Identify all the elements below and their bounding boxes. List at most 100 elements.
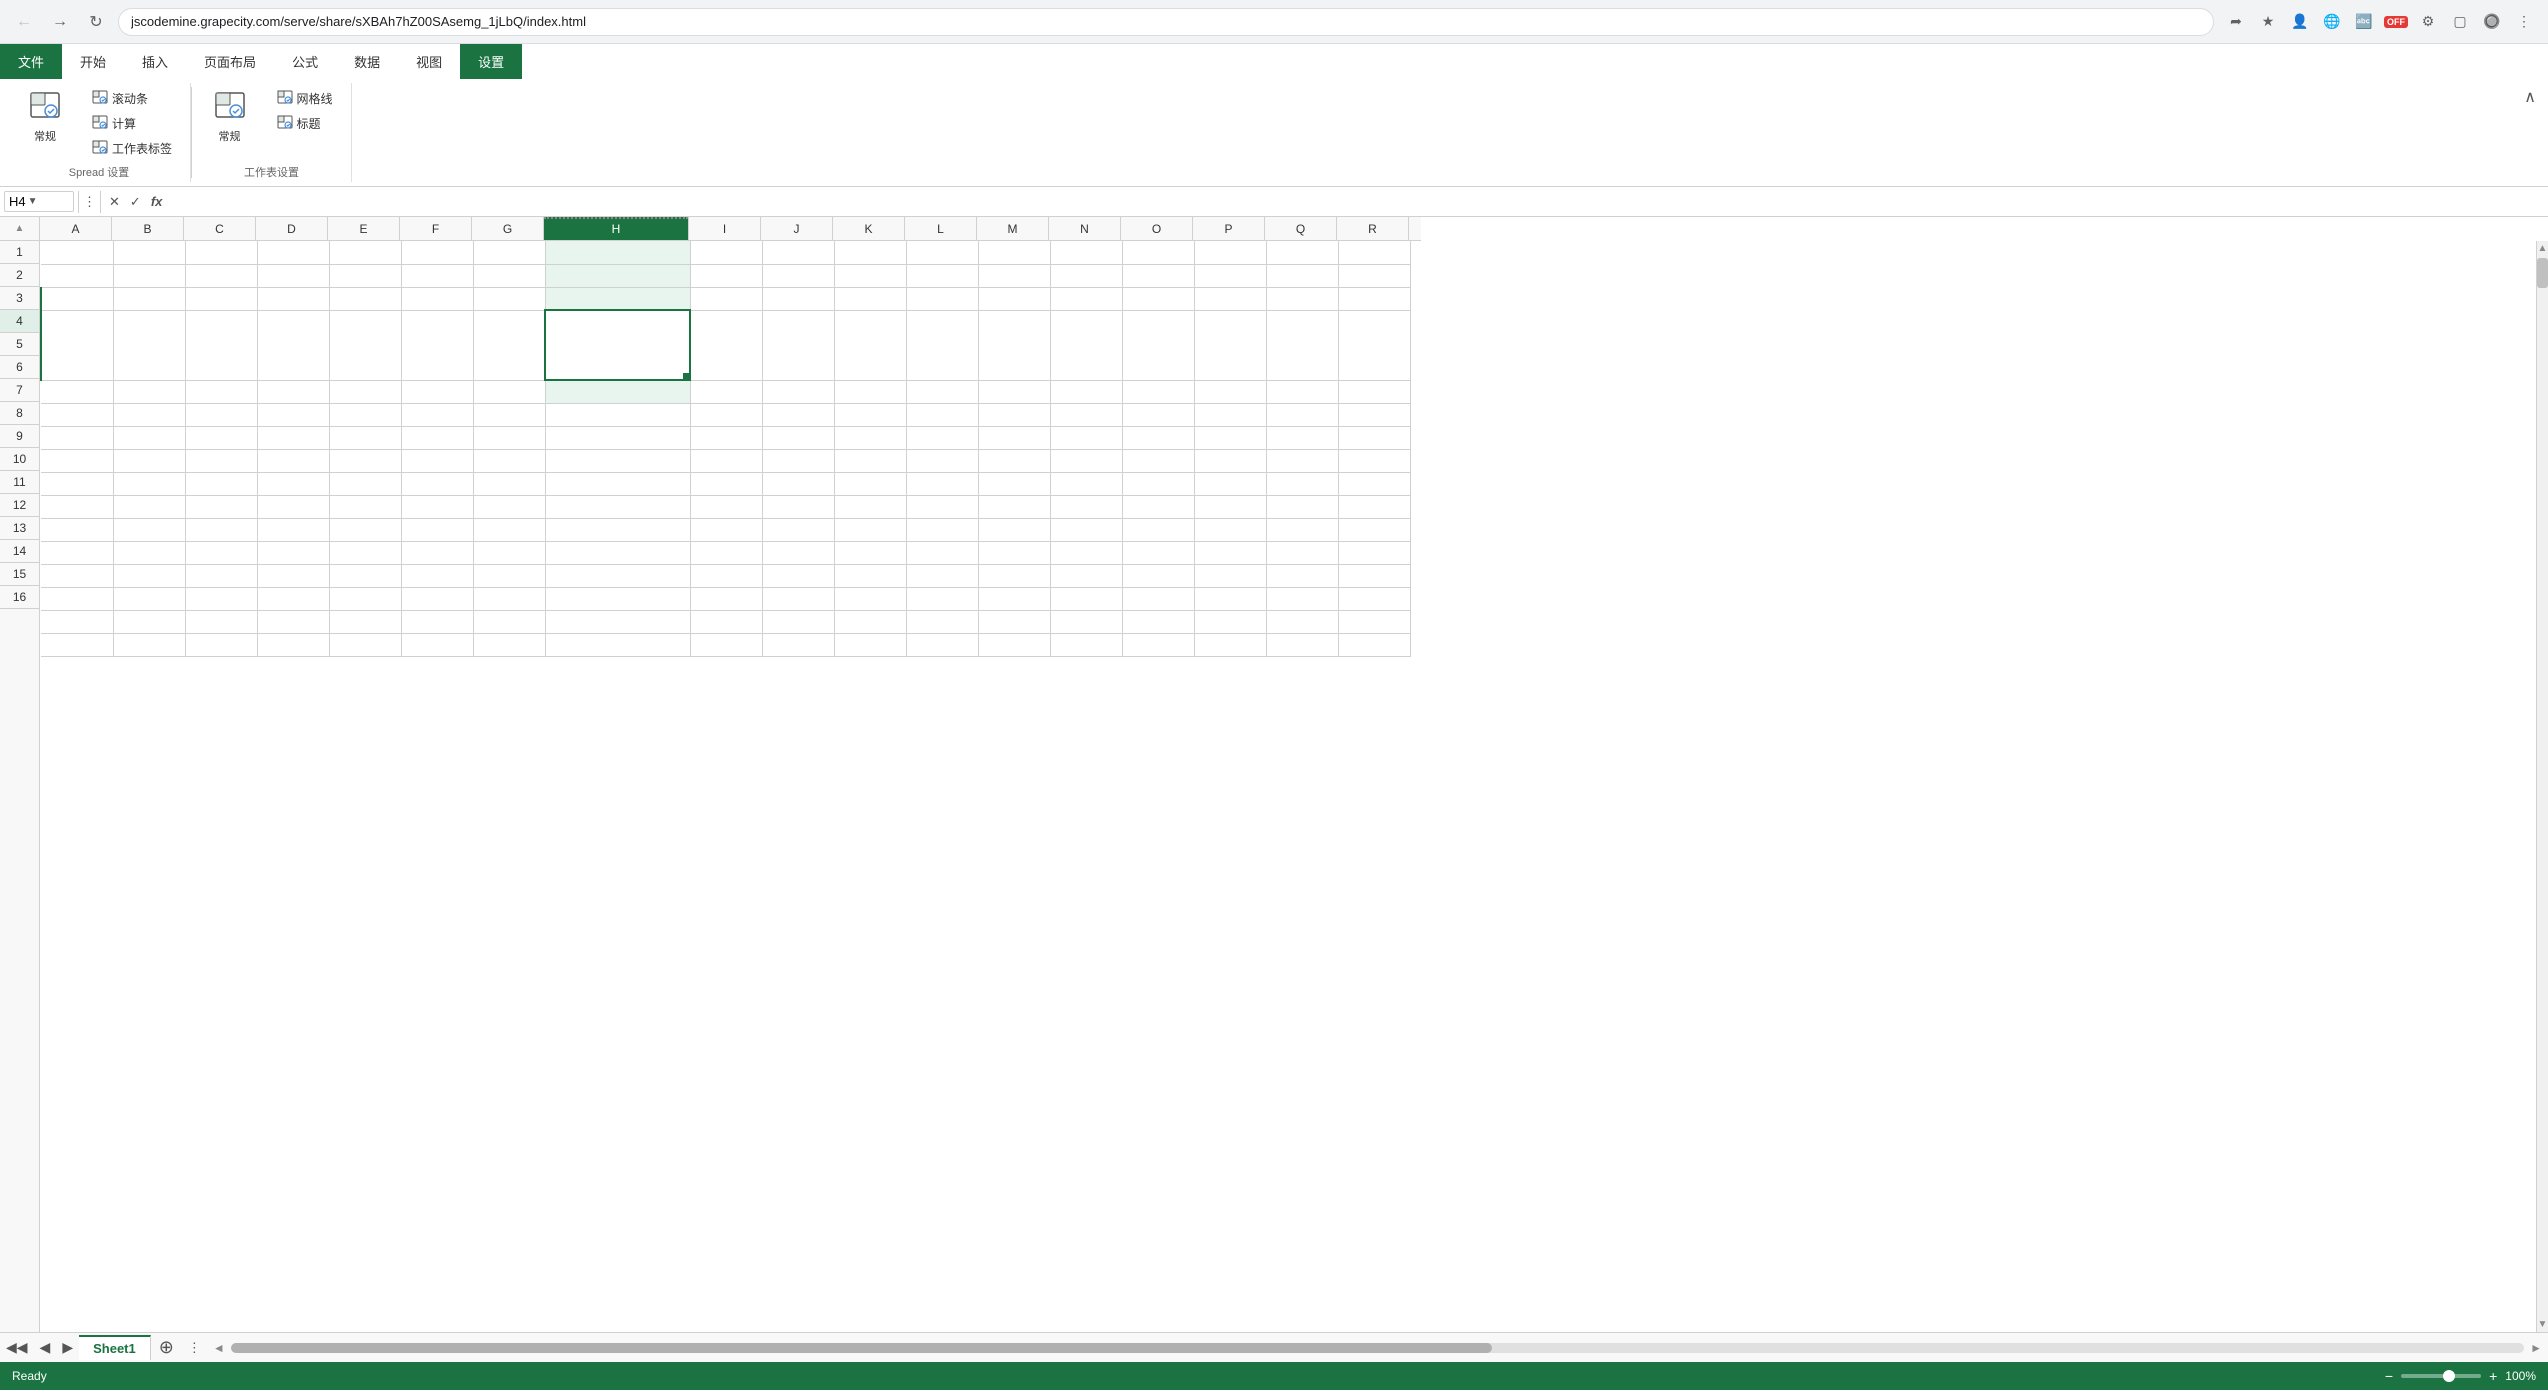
ext3-icon[interactable]: ⚙: [2414, 8, 2442, 36]
row-header-11[interactable]: 11: [0, 471, 40, 494]
cell-A4[interactable]: [41, 310, 113, 380]
cell-E4[interactable]: [329, 310, 401, 380]
cell-A12[interactable]: [41, 541, 113, 564]
cell-E3[interactable]: [329, 287, 401, 310]
cell-K3[interactable]: [834, 287, 906, 310]
cell-O2[interactable]: [1122, 264, 1194, 287]
cell-Q4[interactable]: [1266, 310, 1338, 380]
col-header-K[interactable]: K: [833, 217, 905, 241]
cell-B3[interactable]: [113, 287, 185, 310]
col-header-R[interactable]: R: [1337, 217, 1409, 241]
vertical-scrollbar[interactable]: ▲ ▼: [2536, 241, 2548, 1332]
cell-E1[interactable]: [329, 241, 401, 264]
cell-O4[interactable]: [1122, 310, 1194, 380]
zoom-minus-btn[interactable]: −: [2385, 1368, 2393, 1384]
cell-B4[interactable]: [113, 310, 185, 380]
add-sheet-btn[interactable]: ⊕: [151, 1337, 182, 1358]
forward-button[interactable]: →: [46, 8, 74, 36]
sheet-normal-btn[interactable]: 常规: [205, 87, 255, 148]
cell-K1[interactable]: [834, 241, 906, 264]
cell-drag-handle[interactable]: [683, 373, 689, 379]
cell-ref-box[interactable]: H4 ▼: [4, 191, 74, 212]
cell-G4[interactable]: [473, 310, 545, 380]
tab-settings[interactable]: 设置: [460, 44, 522, 79]
row-header-6[interactable]: 6: [0, 356, 40, 379]
off-badge-icon[interactable]: OFF: [2382, 8, 2410, 36]
col-header-H[interactable]: H: [544, 217, 689, 241]
cell-F3[interactable]: [401, 287, 473, 310]
tab-view[interactable]: 视图: [398, 44, 460, 79]
confirm-formula-btn[interactable]: ✓: [126, 192, 145, 212]
cell-L1[interactable]: [906, 241, 978, 264]
cell-C4[interactable]: [185, 310, 257, 380]
cell-P4[interactable]: [1194, 310, 1266, 380]
cell-O3[interactable]: [1122, 287, 1194, 310]
col-header-M[interactable]: M: [977, 217, 1049, 241]
sheet-nav-next[interactable]: ▶: [56, 1339, 79, 1356]
cell-A14[interactable]: [41, 587, 113, 610]
cell-A16[interactable]: [41, 633, 113, 656]
row-header-3[interactable]: 3: [0, 287, 40, 310]
col-header-G[interactable]: G: [472, 217, 544, 241]
bookmark-icon[interactable]: ★: [2254, 8, 2282, 36]
cell-A5[interactable]: [41, 380, 113, 403]
cell-I4[interactable]: [690, 310, 762, 380]
sheet-nav-prev[interactable]: ◀: [34, 1339, 57, 1356]
cell-M4[interactable]: [978, 310, 1050, 380]
cell-H3[interactable]: [545, 287, 690, 310]
row-header-15[interactable]: 15: [0, 563, 40, 586]
h-scroll-right[interactable]: ►: [2528, 1341, 2544, 1355]
row-header-12[interactable]: 12: [0, 494, 40, 517]
cell-R2[interactable]: [1338, 264, 1410, 287]
cell-J4[interactable]: [762, 310, 834, 380]
cell-L4[interactable]: [906, 310, 978, 380]
row-header-16[interactable]: 16: [0, 586, 40, 609]
scrollbar-down-btn[interactable]: ▼: [2537, 1317, 2548, 1332]
row-header-4[interactable]: 4: [0, 310, 40, 333]
cell-F4[interactable]: [401, 310, 473, 380]
col-header-F[interactable]: F: [400, 217, 472, 241]
grid-btn[interactable]: 网格线: [271, 87, 339, 110]
formula-bar-options[interactable]: ⋮: [83, 194, 96, 210]
row-header-2[interactable]: 2: [0, 264, 40, 287]
cell-G3[interactable]: [473, 287, 545, 310]
cell-B1[interactable]: [113, 241, 185, 264]
cell-A11[interactable]: [41, 518, 113, 541]
cell-N1[interactable]: [1050, 241, 1122, 264]
row-header-14[interactable]: 14: [0, 540, 40, 563]
sidebar-icon[interactable]: ▢: [2446, 8, 2474, 36]
scrollbar-btn[interactable]: 滚动条: [86, 87, 178, 110]
refresh-button[interactable]: ↻: [82, 8, 110, 36]
cell-M1[interactable]: [978, 241, 1050, 264]
row-header-13[interactable]: 13: [0, 517, 40, 540]
zoom-slider-thumb[interactable]: [2443, 1370, 2455, 1382]
ribbon-collapse-btn[interactable]: ∧: [2520, 83, 2540, 182]
cell-C1[interactable]: [185, 241, 257, 264]
cell-M3[interactable]: [978, 287, 1050, 310]
ext1-icon[interactable]: 👤: [2286, 8, 2314, 36]
col-header-J[interactable]: J: [761, 217, 833, 241]
cell-K4[interactable]: [834, 310, 906, 380]
scrollbar-thumb[interactable]: [2537, 258, 2548, 288]
cell-A6[interactable]: [41, 403, 113, 426]
tab-insert[interactable]: 插入: [124, 44, 186, 79]
row-header-1[interactable]: 1: [0, 241, 40, 264]
tab-layout[interactable]: 页面布局: [186, 44, 274, 79]
col-header-D[interactable]: D: [256, 217, 328, 241]
col-header-C[interactable]: C: [184, 217, 256, 241]
scrollbar-up-btn[interactable]: ▲: [2537, 241, 2548, 256]
cell-H1[interactable]: [545, 241, 690, 264]
cell-A2[interactable]: [41, 264, 113, 287]
cell-I1[interactable]: [690, 241, 762, 264]
cell-A13[interactable]: [41, 564, 113, 587]
row-header-10[interactable]: 10: [0, 448, 40, 471]
cell-F1[interactable]: [401, 241, 473, 264]
sheet-tab-btn[interactable]: 工作表标签: [86, 137, 178, 160]
col-header-E[interactable]: E: [328, 217, 400, 241]
cell-J3[interactable]: [762, 287, 834, 310]
col-header-A[interactable]: A: [40, 217, 112, 241]
cell-M2[interactable]: [978, 264, 1050, 287]
row-header-8[interactable]: 8: [0, 402, 40, 425]
back-button[interactable]: ←: [10, 8, 38, 36]
h-scrollbar-thumb[interactable]: [231, 1343, 1492, 1353]
